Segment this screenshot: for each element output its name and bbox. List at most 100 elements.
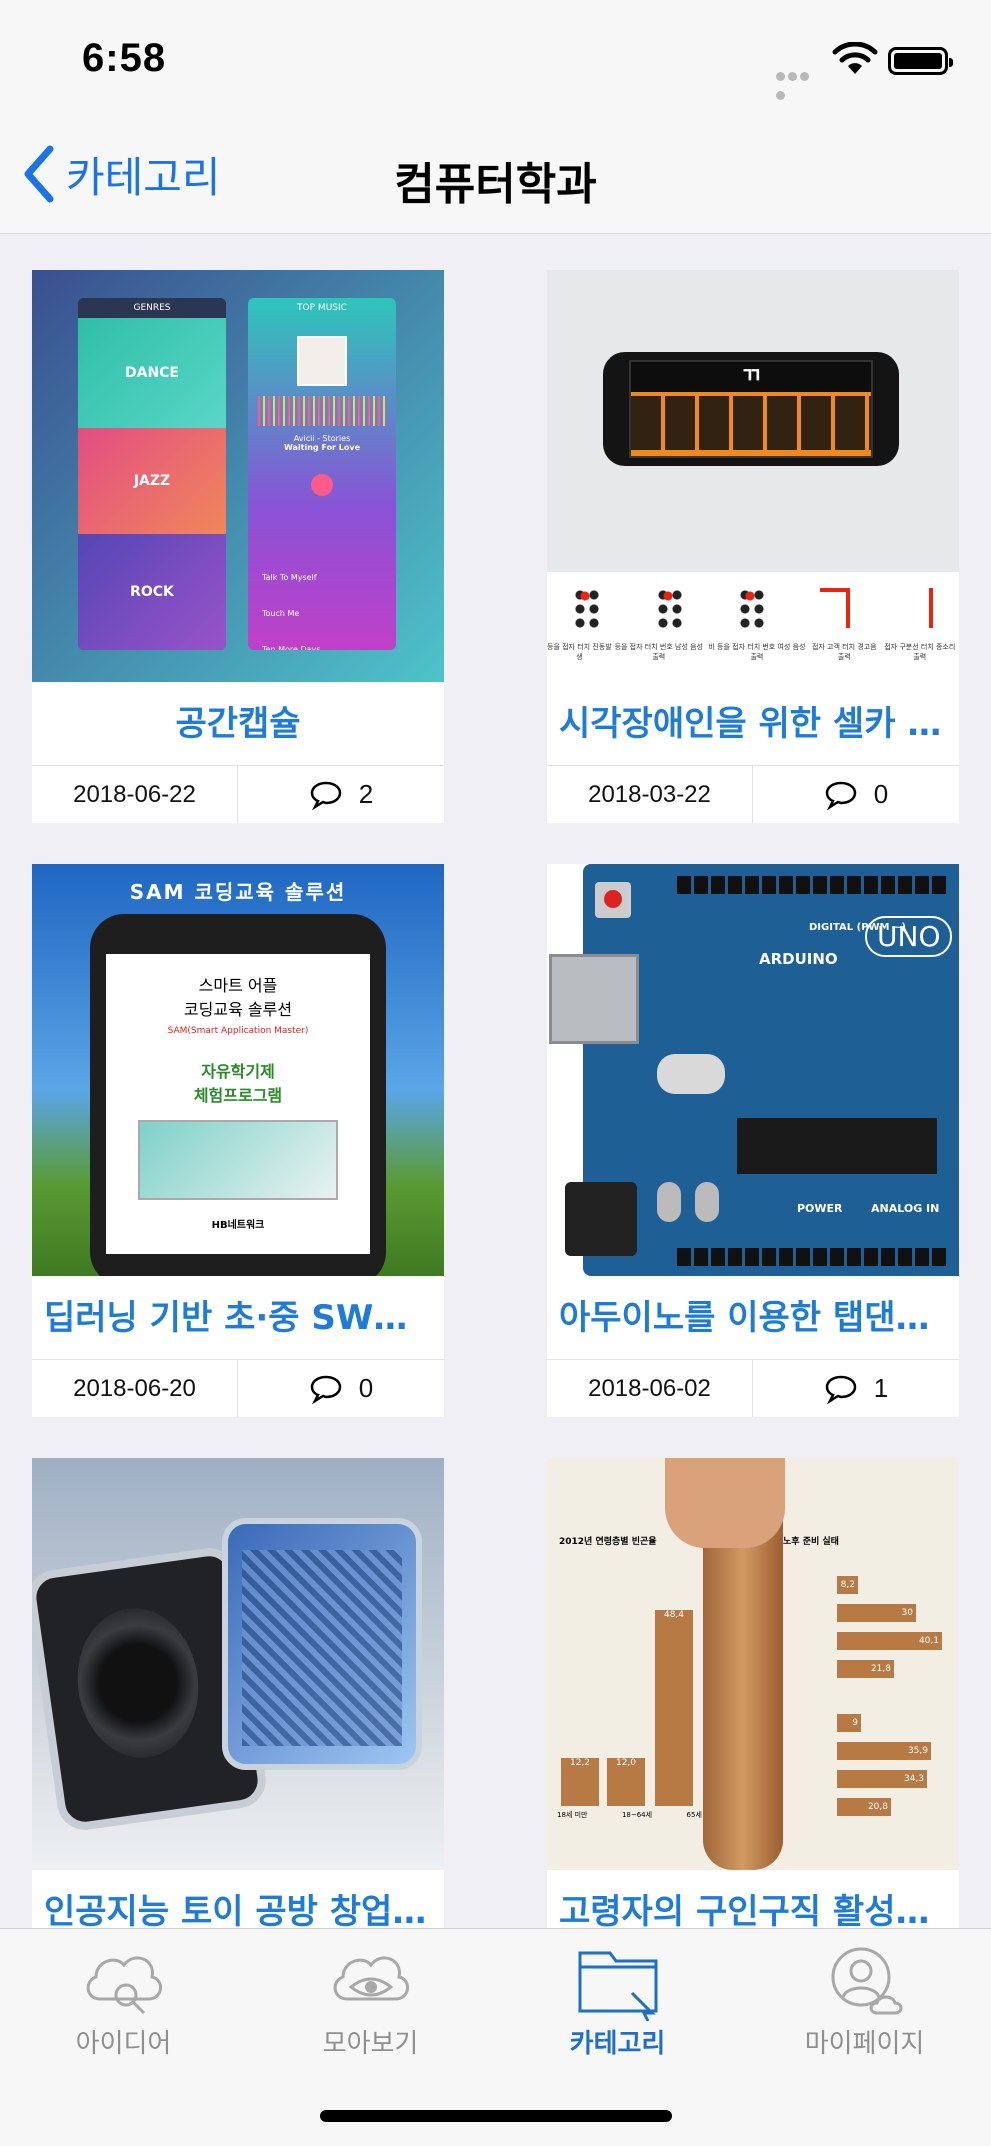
top-music-label: TOP MUSIC: [297, 303, 347, 313]
song-title: Waiting For Love: [283, 443, 361, 452]
braille-caption: 접자 구분선 터치 종소리 출력: [884, 643, 956, 661]
chart-label: 18~64세: [621, 1811, 653, 1819]
project-meta: 2018-06-02 1: [547, 1360, 959, 1417]
comment-count-value: 1: [873, 1373, 889, 1403]
chart-hbar: 34,3: [837, 1770, 927, 1788]
chart-hbar: 40,1: [837, 1632, 942, 1650]
comment-icon: [310, 1375, 342, 1404]
chart-left-title: 2012년 연령층별 빈곤율: [559, 1537, 657, 1547]
tab-mypage-label: 마이페이지: [804, 2029, 925, 2059]
project-grid: GENRES DANCE JAZZ ROCK TOP MUSIC Avicii …: [0, 234, 991, 1928]
tab-idea[interactable]: 아이디어: [0, 1937, 247, 2059]
project-card[interactable]: SAM 코딩교육 솔루션 스마트 어플 코딩교육 솔루션 SAM(Smart A…: [32, 864, 444, 1417]
chart-hbar: 9: [837, 1714, 861, 1732]
mypage-icon: [831, 1947, 902, 2015]
comment-count-value: 2: [358, 779, 374, 809]
chart-hbar: 8,2: [837, 1576, 858, 1594]
chart-hbar: 30: [837, 1604, 916, 1622]
comment-count[interactable]: 2: [238, 766, 444, 823]
project-card[interactable]: 인공지능 토이 공방 창업 인…: [32, 1458, 444, 1928]
genre-jazz: JAZZ: [78, 428, 226, 534]
project-title: 공간캡슐: [32, 682, 444, 766]
track-item: Touch Me: [262, 609, 300, 618]
status-bar: 6:58: [0, 0, 991, 120]
project-card[interactable]: ㄲ 등을 접자 터치 진동발생 등을 접자 터치 번호 남성 음성 출력 비 등…: [547, 270, 959, 823]
project-date: 2018-06-22: [32, 766, 238, 823]
tab-browse-label: 모아보기: [322, 2029, 419, 2059]
tab-mypage[interactable]: 마이페이지: [741, 1937, 988, 2059]
project-card[interactable]: GENRES DANCE JAZZ ROCK TOP MUSIC Avicii …: [32, 270, 444, 823]
project-title: 아두이노를 이용한 탭댄스…: [547, 1276, 959, 1360]
sam-line: SAM(Smart Application Master): [167, 1026, 309, 1036]
cellular-signal-icon: [776, 66, 822, 100]
project-card[interactable]: ARDUINO UNO DIGITAL (PWM ~) POWER ANALOG…: [547, 864, 959, 1417]
project-meta: 2018-06-20 0: [32, 1360, 444, 1417]
home-indicator: [320, 2110, 672, 2122]
chart-hbar: 20,8: [837, 1798, 891, 1816]
chart-bar: 12,2: [561, 1758, 599, 1806]
navigation-bar: 카테고리 컴퓨터학과: [0, 120, 991, 234]
comment-icon: [310, 781, 342, 810]
music-genres-label: GENRES: [78, 298, 226, 318]
sam-banner: SAM 코딩교육 솔루션: [129, 880, 347, 904]
chart-bar: 48,4: [655, 1610, 693, 1806]
braille-screen-char: ㄲ: [740, 364, 762, 389]
project-thumbnail: 2012년 연령층별 빈곤율 노후 준비 실태 12,2 12,0 48,4 1…: [547, 1458, 959, 1870]
sam-line: 자유학기제: [201, 1062, 275, 1081]
comment-count-value: 0: [358, 1373, 374, 1403]
arduino-analog-label: ANALOG IN: [871, 1202, 940, 1215]
project-meta: 2018-06-22 2: [32, 766, 444, 823]
category-icon: [578, 1951, 657, 2021]
sam-footer: HB네트워크: [211, 1220, 265, 1231]
braille-caption: 접자 고객 터치 경고음 출력: [811, 643, 877, 661]
project-thumbnail: SAM 코딩교육 솔루션 스마트 어플 코딩교육 솔루션 SAM(Smart A…: [32, 864, 444, 1276]
genre-dance: DANCE: [78, 318, 226, 428]
status-time: 6:58: [82, 36, 167, 80]
battery-icon: [888, 47, 953, 75]
chart-right-title: 노후 준비 실태: [783, 1537, 839, 1547]
tab-category[interactable]: 카테고리: [494, 1937, 741, 2059]
wifi-icon: [832, 42, 878, 74]
chart-hbar: 21,8: [837, 1660, 894, 1678]
comment-icon: [825, 1375, 857, 1404]
sam-line: 체험프로그램: [193, 1086, 283, 1105]
braille-caption: 등을 접자 터치 진동발생: [547, 643, 612, 661]
comment-icon: [825, 781, 857, 810]
chart-bar: 12,0: [607, 1758, 645, 1806]
chart-label: 18세 미만: [557, 1811, 588, 1819]
sam-line: 스마트 어플: [198, 976, 278, 995]
track-item: Talk To Myself: [262, 573, 317, 582]
project-date: 2018-06-02: [547, 1360, 753, 1417]
arduino-brand: ARDUINO: [759, 950, 838, 968]
idea-icon: [86, 1956, 162, 2015]
project-title: 시각장애인을 위한 셀카 가…: [547, 682, 959, 766]
project-thumbnail: ㄲ 등을 접자 터치 진동발생 등을 접자 터치 번호 남성 음성 출력 비 등…: [547, 270, 959, 682]
arduino-digital-label: DIGITAL (PWM ~): [809, 922, 906, 933]
project-thumbnail: ARDUINO UNO DIGITAL (PWM ~) POWER ANALOG…: [547, 864, 959, 1276]
project-date: 2018-03-22: [547, 766, 753, 823]
project-card[interactable]: 2012년 연령층별 빈곤율 노후 준비 실태 12,2 12,0 48,4 1…: [547, 1458, 959, 1928]
tab-idea-label: 아이디어: [75, 2029, 172, 2059]
browse-icon: [333, 1956, 409, 2001]
comment-count-value: 0: [873, 779, 889, 809]
tab-browse[interactable]: 모아보기: [247, 1937, 494, 2059]
project-title: 인공지능 토이 공방 창업 인…: [32, 1870, 444, 1928]
project-meta: 2018-03-22 0: [547, 766, 959, 823]
chart-hbar: 35,9: [837, 1742, 931, 1760]
braille-caption: 등을 접자 터치 번호 남성 음성 출력: [614, 643, 703, 661]
project-date: 2018-06-20: [32, 1360, 238, 1417]
tab-category-label: 카테고리: [569, 2029, 666, 2059]
arduino-power-label: POWER: [797, 1202, 843, 1215]
comment-count[interactable]: 1: [753, 1360, 959, 1417]
genre-rock: ROCK: [78, 534, 226, 650]
project-thumbnail: [32, 1458, 444, 1870]
track-item: Ten More Days: [262, 645, 321, 650]
project-title: 딥러닝 기반 초·중 SW코딩…: [32, 1276, 444, 1360]
project-title: 고령자의 구인구직 활성화…: [547, 1870, 959, 1928]
project-thumbnail: GENRES DANCE JAZZ ROCK TOP MUSIC Avicii …: [32, 270, 444, 682]
comment-count[interactable]: 0: [238, 1360, 444, 1417]
song-artist: Avicii - Stories: [293, 434, 351, 443]
comment-count[interactable]: 0: [753, 766, 959, 823]
page-title: 컴퓨터학과: [394, 159, 597, 210]
sam-line: 코딩교육 솔루션: [183, 1000, 293, 1019]
